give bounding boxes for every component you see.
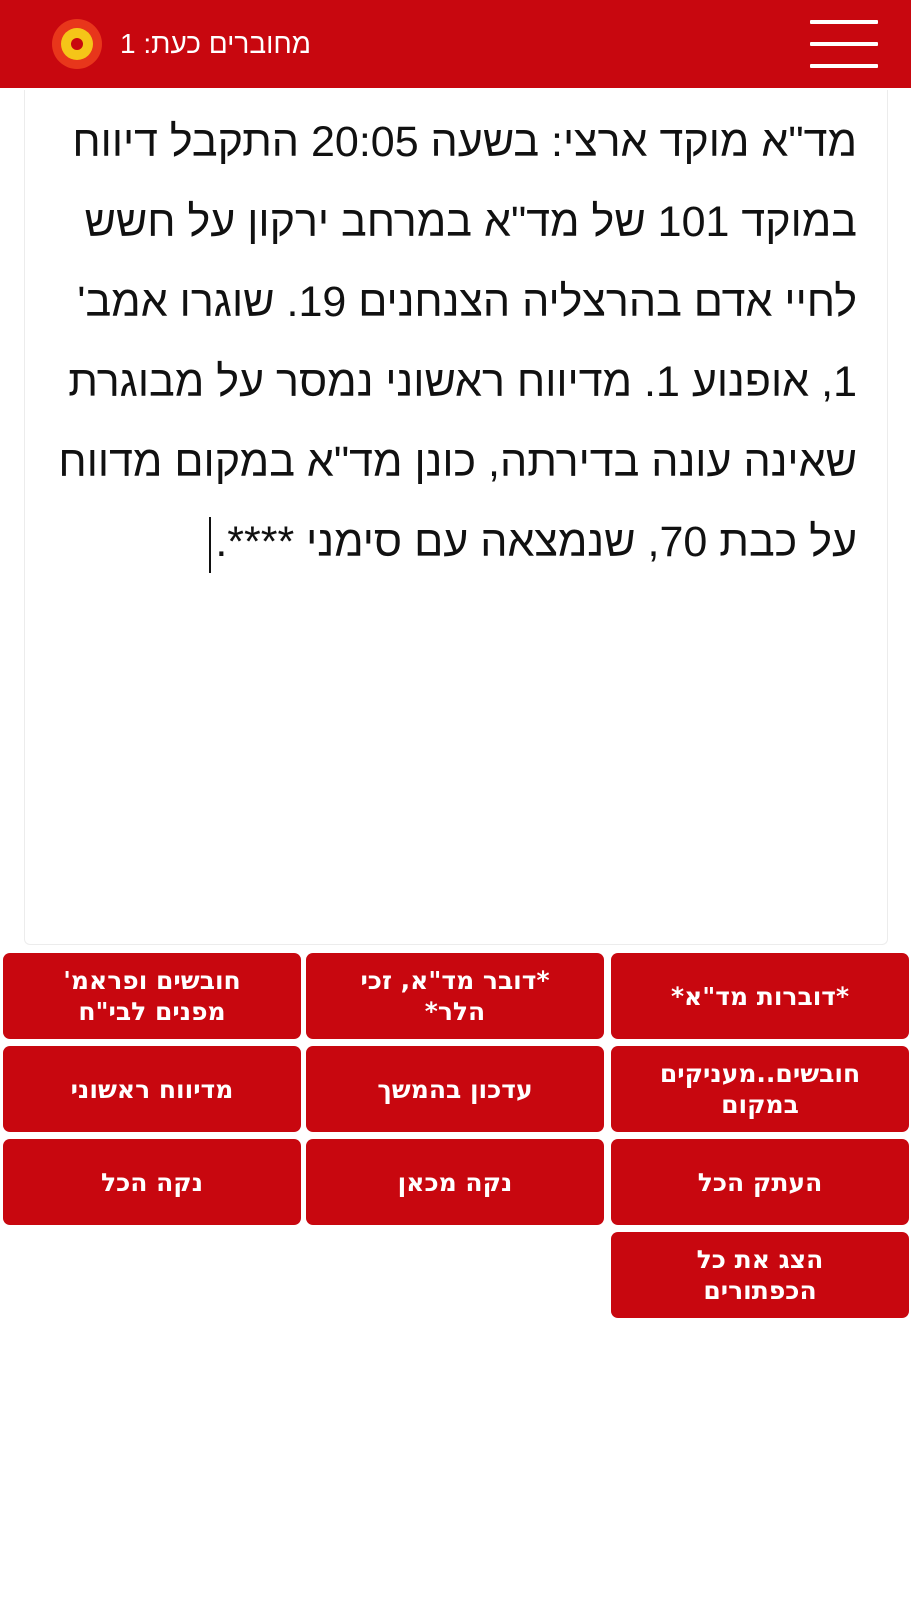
menu-line xyxy=(810,42,878,46)
online-status: מחוברים כעת: 1 xyxy=(52,18,311,70)
clear-from-here-button[interactable]: נקה מכאן xyxy=(306,1139,604,1225)
hamburger-menu-icon[interactable] xyxy=(810,20,878,68)
text-cursor xyxy=(209,516,212,573)
insert-initial-report-button[interactable]: מדיווח ראשוני xyxy=(3,1046,301,1132)
message-text: מד"א מוקד ארצי: בשעה 20:05 התקבל דיווח ב… xyxy=(46,118,857,566)
online-status-dot-icon xyxy=(52,19,102,69)
quick-text-buttons: *דוברות מד"א* *דובר מד"א, זכי הלר* חובשי… xyxy=(3,953,909,1323)
insert-evacuating-to-hospital-button[interactable]: חובשים ופראמ' מפנים לבי"ח xyxy=(3,953,301,1039)
clear-all-button[interactable]: נקה הכל xyxy=(3,1139,301,1225)
online-users-count: מחוברים כעת: 1 xyxy=(120,28,312,59)
insert-update-later-button[interactable]: עדכון בהמשך xyxy=(306,1046,604,1132)
menu-line xyxy=(810,20,878,24)
insert-spokesperson-zaki-heller-button[interactable]: *דובר מד"א, זכי הלר* xyxy=(306,953,604,1039)
copy-all-button[interactable]: העתק הכל xyxy=(611,1139,909,1225)
top-bar: מחוברים כעת: 1 xyxy=(0,0,911,88)
show-all-buttons-button[interactable]: הצג את כל הכפתורים xyxy=(611,1232,909,1318)
message-text-content[interactable]: מד"א מוקד ארצי: בשעה 20:05 התקבל דיווח ב… xyxy=(25,90,887,582)
insert-mda-spokesperson-button[interactable]: *דוברות מד"א* xyxy=(611,953,909,1039)
insert-treating-on-scene-button[interactable]: חובשים..מעניקים במקום xyxy=(611,1046,909,1132)
message-editor[interactable]: מד"א מוקד ארצי: בשעה 20:05 התקבל דיווח ב… xyxy=(24,90,888,945)
menu-line xyxy=(810,64,878,68)
